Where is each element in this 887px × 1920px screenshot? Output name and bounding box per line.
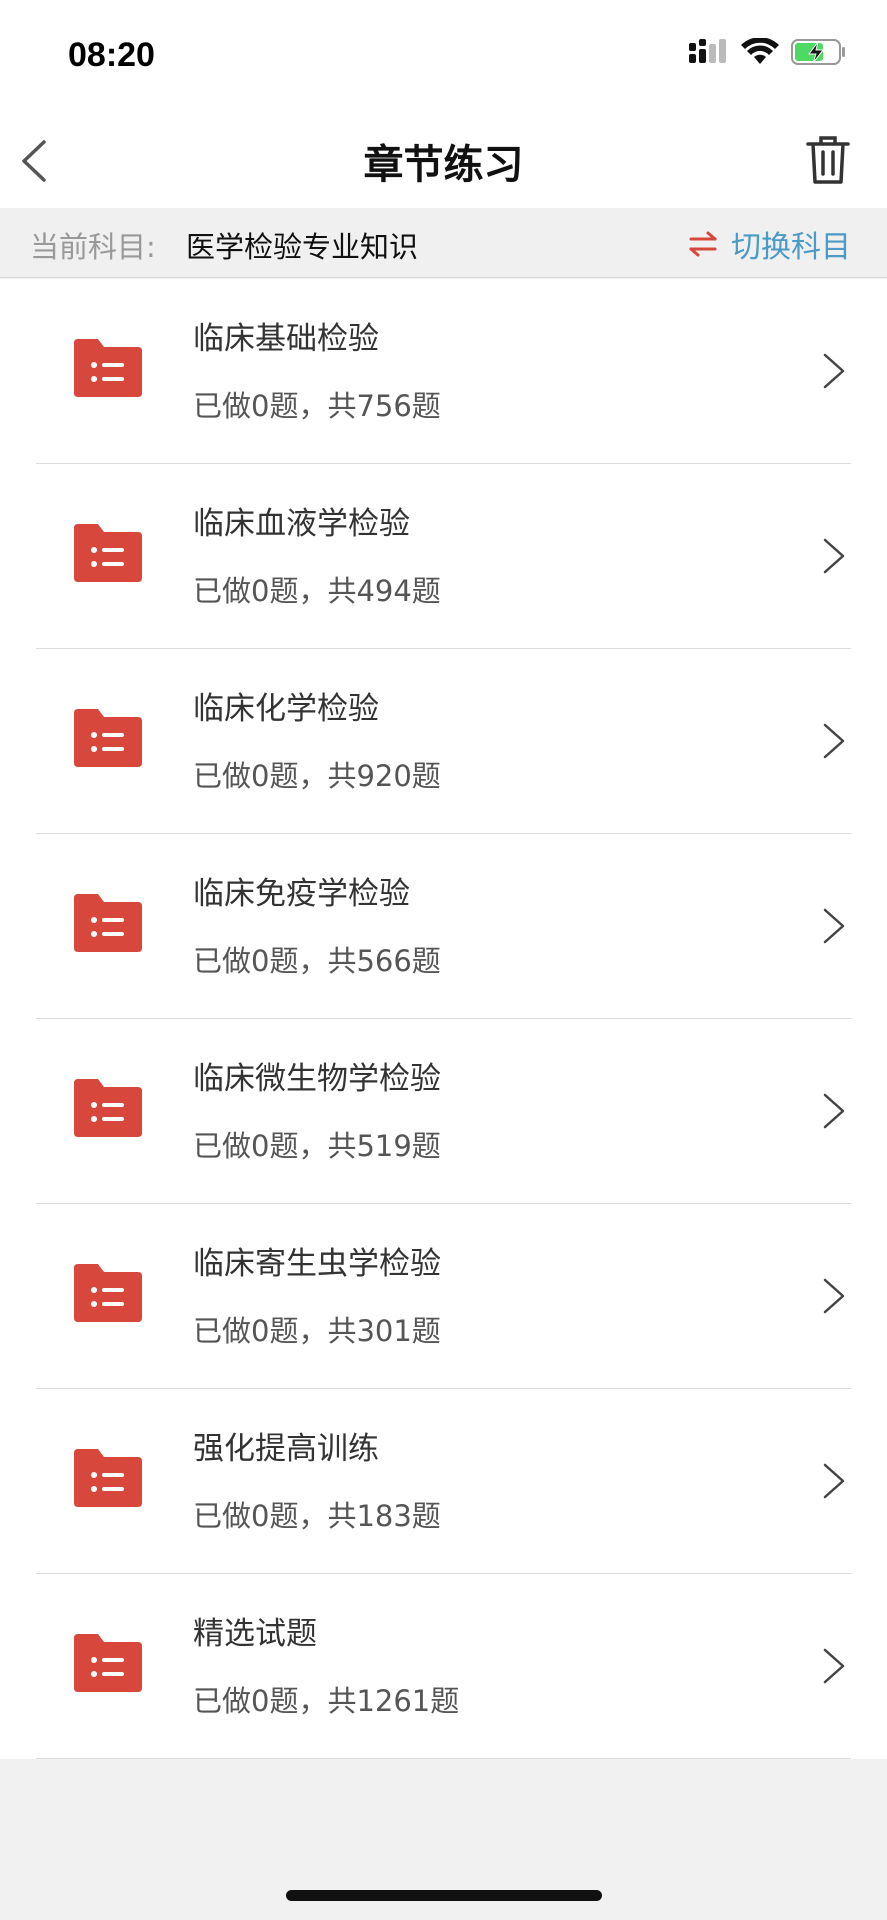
nav-bar: 章节练习 (0, 110, 887, 208)
delete-button[interactable] (805, 134, 851, 186)
folder-list-icon (74, 894, 142, 952)
chevron-right-icon (823, 1648, 845, 1684)
battery-icon (791, 39, 845, 65)
folder-list-icon (74, 1264, 142, 1322)
chapter-title: 临床基础检验 (193, 321, 379, 357)
list-item[interactable]: 精选试题 已做0题，共1261题 (0, 1574, 887, 1759)
chapter-progress: 已做0题，共301题 (193, 1314, 441, 1348)
chevron-right-icon (823, 1463, 845, 1499)
status-bar: 08:20 (0, 0, 887, 110)
list-item[interactable]: 临床寄生虫学检验 已做0题，共301题 (0, 1204, 887, 1389)
chapter-progress: 已做0题，共519题 (193, 1129, 441, 1163)
chapter-progress: 已做0题，共566题 (193, 944, 441, 978)
chevron-right-icon (823, 1093, 845, 1129)
chapter-list: 临床基础检验 已做0题，共756题 临床血液学检验 已做0题，共494题 临床化… (0, 279, 887, 1759)
status-icons (689, 38, 847, 66)
chapter-progress: 已做0题，共494题 (193, 574, 441, 608)
chapter-title: 临床免疫学检验 (193, 876, 410, 912)
chapter-progress: 已做0题，共920题 (193, 759, 441, 793)
subject-bar: 当前科目: 医学检验专业知识 切换科目 (0, 208, 887, 278)
status-time: 08:20 (68, 36, 155, 74)
folder-list-icon (74, 1449, 142, 1507)
subject-label: 当前科目: (30, 230, 156, 264)
chapter-title: 精选试题 (193, 1616, 317, 1652)
chapter-title: 强化提高训练 (193, 1431, 379, 1467)
chapter-title: 临床微生物学检验 (193, 1061, 441, 1097)
wifi-icon (741, 38, 779, 64)
list-item[interactable]: 临床化学检验 已做0题，共920题 (0, 649, 887, 834)
folder-list-icon (74, 709, 142, 767)
list-item[interactable]: 强化提高训练 已做0题，共183题 (0, 1389, 887, 1574)
switch-subject-button[interactable]: 切换科目 (689, 222, 851, 266)
folder-list-icon (74, 524, 142, 582)
folder-list-icon (74, 339, 142, 397)
chevron-right-icon (823, 353, 845, 389)
chapter-title: 临床化学检验 (193, 691, 379, 727)
chapter-progress: 已做0题，共756题 (193, 389, 441, 423)
page-title: 章节练习 (363, 142, 524, 188)
chapter-title: 临床血液学检验 (193, 506, 410, 542)
list-item[interactable]: 临床免疫学检验 已做0题，共566题 (0, 834, 887, 1019)
divider (36, 1758, 851, 1759)
home-indicator[interactable] (286, 1890, 602, 1901)
list-item[interactable]: 临床基础检验 已做0题，共756题 (0, 279, 887, 464)
folder-list-icon (74, 1079, 142, 1137)
switch-subject-label: 切换科目 (731, 230, 851, 265)
chapter-progress: 已做0题，共183题 (193, 1499, 441, 1533)
trash-icon (806, 136, 850, 184)
chevron-right-icon (823, 1278, 845, 1314)
chapter-progress: 已做0题，共1261题 (193, 1684, 460, 1718)
current-subject: 医学检验专业知识 (186, 230, 419, 264)
chevron-right-icon (823, 723, 845, 759)
list-item[interactable]: 临床微生物学检验 已做0题，共519题 (0, 1019, 887, 1204)
folder-list-icon (74, 1634, 142, 1692)
chevron-right-icon (823, 908, 845, 944)
switch-arrows-icon (689, 231, 717, 257)
chapter-title: 临床寄生虫学检验 (193, 1246, 441, 1282)
signal-icon (689, 39, 726, 63)
list-item[interactable]: 临床血液学检验 已做0题，共494题 (0, 464, 887, 649)
chevron-right-icon (823, 538, 845, 574)
